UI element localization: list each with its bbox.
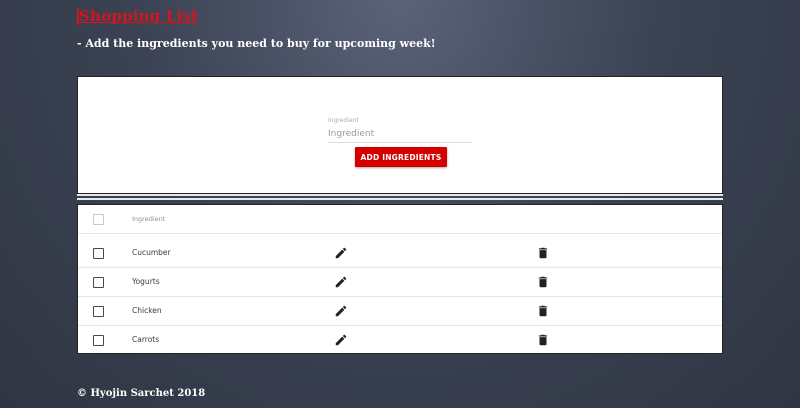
ingredient-table: Ingredient Cucumber Yogurts Chicken Carr… [77,204,723,354]
table-header-row: Ingredient [78,205,722,234]
row-checkbox[interactable] [93,335,104,346]
row-checkbox[interactable] [93,277,104,288]
ingredient-column-header: Ingredient [132,215,166,223]
add-ingredients-button[interactable]: ADD INGREDIENTS [355,147,447,167]
copyright-footer: © Hyojin Sarchet 2018 [77,388,206,399]
pencil-icon[interactable] [334,275,348,289]
page-subtitle: - Add the ingredients you need to buy fo… [77,37,436,50]
trash-icon[interactable] [536,275,550,289]
trash-icon[interactable] [536,304,550,318]
ingredient-name: Cucumber [132,248,171,257]
trash-icon[interactable] [536,333,550,347]
ingredient-name: Carrots [132,335,160,344]
row-checkbox[interactable] [93,248,104,259]
pencil-icon[interactable] [334,246,348,260]
ingredient-name: Chicken [132,306,162,315]
section-divider [77,198,723,200]
table-row: Cucumber [78,239,722,268]
trash-icon[interactable] [536,246,550,260]
table-row: Yogurts [78,268,722,297]
select-all-checkbox[interactable] [93,214,104,225]
section-divider [77,194,723,196]
ingredient-name: Yogurts [132,277,160,286]
ingredient-input[interactable] [328,126,472,143]
table-row: Chicken [78,297,722,326]
pencil-icon[interactable] [334,333,348,347]
add-ingredient-form: Ingredient ADD INGREDIENTS [77,76,723,194]
row-checkbox[interactable] [93,306,104,317]
pencil-icon[interactable] [334,304,348,318]
table-row: Carrots [78,326,722,355]
page-title: Shopping List [79,7,199,25]
ingredient-field-label: Ingredient [328,117,359,124]
